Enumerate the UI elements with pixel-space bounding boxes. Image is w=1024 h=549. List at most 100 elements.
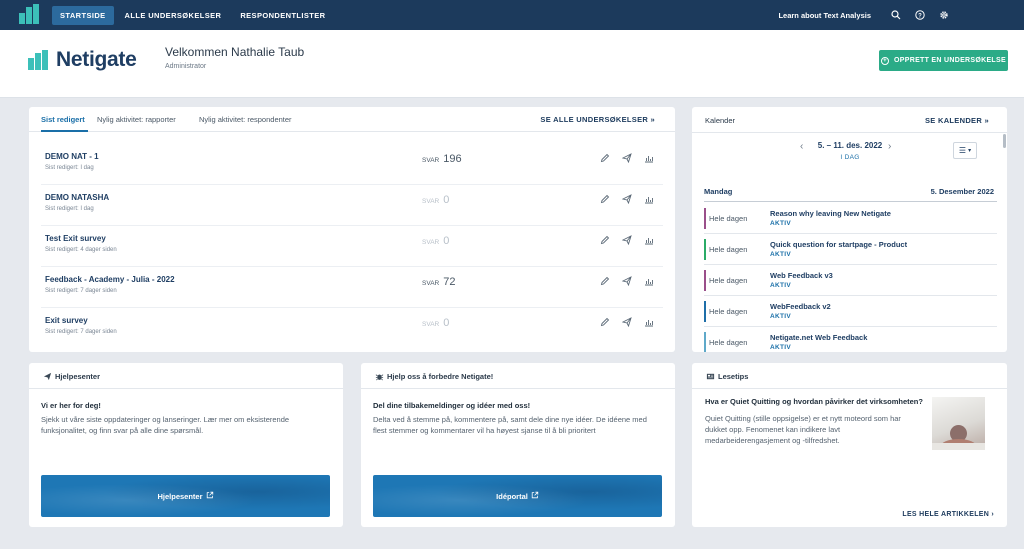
event-status: AKTIV (770, 313, 791, 320)
calendar-event[interactable]: Hele dagen WebFeedback v2 AKTIV (704, 296, 997, 327)
event-title[interactable]: Netigate.net Web Feedback (770, 333, 867, 342)
newspaper-icon (705, 371, 715, 381)
chevron-down-icon: ▾ (968, 148, 972, 154)
calendar-event[interactable]: Hele dagen Web Feedback v3 AKTIV (704, 265, 997, 296)
user-role: Administrator (165, 63, 207, 70)
external-link-icon (531, 491, 539, 501)
event-color-bar (704, 332, 706, 352)
calendar-event[interactable]: Hele dagen Netigate.net Web Feedback AKT… (704, 327, 997, 352)
nav-tab-startside[interactable]: STARTSIDE (52, 5, 114, 25)
survey-row[interactable]: DEMO NAT - 1 Sist redigert: I dag SVAR 19… (41, 144, 663, 185)
help-center-button-label: Hjelpesenter (157, 491, 203, 501)
list-view-icon: ☰ (958, 146, 967, 155)
event-title[interactable]: Reason why leaving New Netigate (770, 209, 891, 218)
calendar-title: Kalender (705, 116, 736, 125)
calendar-event[interactable]: Hele dagen Reason why leaving New Netiga… (704, 203, 997, 234)
send-paper-plane-icon[interactable] (621, 193, 633, 205)
desk-surface (932, 443, 985, 450)
nav-tab-all-surveys[interactable]: ALLE UNDERSØKELSER (117, 6, 230, 25)
survey-last-edited: Sist redigert: I dag (45, 165, 94, 171)
card-title: Hjelp oss å forbedre Netigate! (387, 372, 494, 381)
report-bar-chart-icon[interactable] (643, 193, 655, 205)
event-title[interactable]: Quick question for startpage - Product (770, 240, 907, 249)
event-time: Hele dagen (709, 338, 748, 347)
read-full-article-link[interactable]: LES HELE ARTIKKELEN › (902, 511, 994, 518)
edit-pencil-icon[interactable] (599, 193, 611, 205)
event-title[interactable]: WebFeedback v2 (770, 302, 831, 311)
send-paper-plane-icon[interactable] (621, 316, 633, 328)
send-paper-plane-icon[interactable] (621, 275, 633, 287)
chevron-right-icon[interactable]: › (888, 141, 891, 152)
external-link-icon (206, 491, 214, 501)
event-title[interactable]: Web Feedback v3 (770, 271, 833, 280)
see-calendar-link[interactable]: SE KALENDER » (925, 116, 989, 125)
learn-text-analysis-link[interactable]: Learn about Text Analysis (778, 11, 871, 20)
event-color-bar (704, 208, 706, 229)
idea-portal-button[interactable]: Idéportal (373, 475, 662, 517)
today-button[interactable]: I DAG (797, 154, 903, 161)
report-bar-chart-icon[interactable] (643, 316, 655, 328)
responses-label: SVAR (422, 321, 440, 328)
card-body-line: Delta ved å stemme på, kommentere på, sa… (373, 415, 647, 424)
paper-plane-icon (42, 371, 52, 381)
card-body-line: flest stemmer og kommentarer vil ha høye… (373, 426, 596, 435)
view-toggle-button[interactable]: ☰ ▾ (953, 142, 977, 159)
survey-responses: SVAR 196 (422, 153, 462, 165)
article-title[interactable]: Hva er Quiet Quitting og hvordan påvirke… (705, 397, 923, 406)
survey-last-edited: Sist redigert: I dag (45, 206, 94, 212)
event-status: AKTIV (770, 282, 791, 289)
netigate-brand-icon (28, 50, 50, 70)
survey-responses: SVAR 72 (422, 276, 455, 288)
tab-last-edited[interactable]: Sist redigert (41, 115, 85, 124)
welcome-message: Velkommen Nathalie Taub (165, 45, 305, 59)
survey-name[interactable]: Exit survey (45, 316, 88, 325)
scrollbar-thumb[interactable] (1003, 134, 1006, 148)
search-icon[interactable] (889, 8, 903, 22)
survey-last-edited: Sist redigert: 4 dager siden (45, 247, 117, 253)
report-bar-chart-icon[interactable] (643, 275, 655, 287)
survey-name[interactable]: Test Exit survey (45, 234, 106, 243)
tab-recent-respondents[interactable]: Nylig aktivitet: respondenter (199, 115, 292, 124)
send-paper-plane-icon[interactable] (621, 152, 633, 164)
nav-tab-respondent-lists[interactable]: RESPONDENTLISTER (232, 6, 333, 25)
help-center-button[interactable]: Hjelpesenter (41, 475, 330, 517)
send-paper-plane-icon[interactable] (621, 234, 633, 246)
tab-recent-reports[interactable]: Nylig aktivitet: rapporter (97, 115, 176, 124)
netigate-logo-icon[interactable] (19, 4, 41, 25)
survey-name[interactable]: Feedback - Academy - Julia - 2022 (45, 275, 175, 284)
card-header: Hjelp oss å forbedre Netigate! (361, 363, 675, 389)
help-icon[interactable]: ? (913, 8, 927, 22)
survey-tabs: Sist redigert Nylig aktivitet: rapporter… (29, 107, 675, 132)
edit-pencil-icon[interactable] (599, 152, 611, 164)
edit-pencil-icon[interactable] (599, 234, 611, 246)
article-thumbnail[interactable] (932, 397, 985, 450)
responses-count: 0 (443, 317, 450, 329)
responses-count: 72 (443, 276, 456, 288)
edit-pencil-icon[interactable] (599, 316, 611, 328)
survey-row[interactable]: Feedback - Academy - Julia - 2022 Sist r… (41, 267, 663, 308)
see-calendar-label: SE KALENDER (925, 116, 983, 125)
survey-row[interactable]: DEMO NATASHA Sist redigert: I dag SVAR 0 (41, 185, 663, 226)
article-summary-line: medarbeiderengasjement og -tilfredshet. (705, 436, 840, 445)
survey-row[interactable]: Exit survey Sist redigert: 7 dager siden… (41, 308, 663, 349)
event-color-bar (704, 301, 706, 322)
see-all-surveys-link[interactable]: SE ALLE UNDERSØKELSER » (540, 115, 655, 124)
page-header: Netigate Velkommen Nathalie Taub Adminis… (0, 30, 1024, 98)
survey-row[interactable]: Test Exit survey Sist redigert: 4 dager … (41, 226, 663, 267)
report-bar-chart-icon[interactable] (643, 152, 655, 164)
feedback-ideas-card: Hjelp oss å forbedre Netigate! Del dine … (361, 363, 675, 527)
create-survey-button[interactable]: + OPPRETT EN UNDERSØKELSE (879, 50, 1008, 71)
survey-actions (599, 275, 665, 287)
card-title: Hjelpesenter (55, 372, 101, 381)
settings-icon[interactable] (937, 8, 951, 22)
edit-pencil-icon[interactable] (599, 275, 611, 287)
responses-label: SVAR (422, 157, 440, 164)
day-name: Mandag (704, 187, 733, 196)
survey-name[interactable]: DEMO NATASHA (45, 193, 109, 202)
survey-name[interactable]: DEMO NAT - 1 (45, 152, 99, 161)
divider (692, 132, 1007, 133)
card-header: Lesetips (692, 363, 1007, 389)
report-bar-chart-icon[interactable] (643, 234, 655, 246)
article-summary-line: Quiet Quitting (stille oppsigelse) er et… (705, 414, 901, 423)
calendar-event[interactable]: Hele dagen Quick question for startpage … (704, 234, 997, 265)
